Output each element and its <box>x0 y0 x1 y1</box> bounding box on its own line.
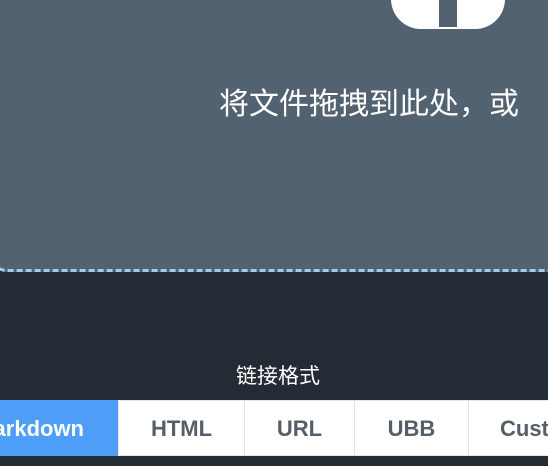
tab-ubb[interactable]: UBB <box>354 400 468 456</box>
tab-markdown[interactable]: arkdown <box>0 400 118 456</box>
drop-instruction: 将文件拖拽到此处，或 <box>219 87 519 122</box>
upload-cloud-icon <box>391 0 505 29</box>
tab-html[interactable]: HTML <box>118 400 244 456</box>
tab-url[interactable]: URL <box>244 400 354 456</box>
link-format-tabs: arkdown HTML URL UBB Cust <box>0 400 548 456</box>
file-dropzone[interactable]: 将文件拖拽到此处，或 <box>0 0 548 272</box>
tab-custom[interactable]: Cust <box>468 400 548 456</box>
link-format-label: 链接格式 <box>236 364 320 388</box>
